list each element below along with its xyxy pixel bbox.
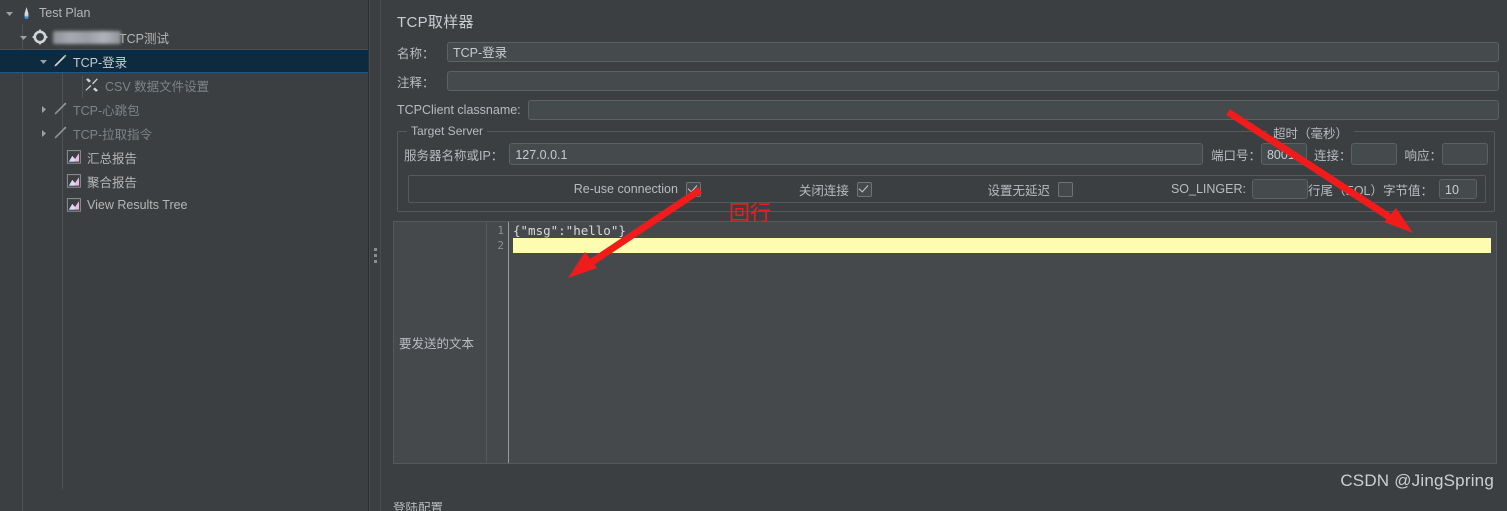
thread-group-icon <box>30 29 50 45</box>
chevron-right-icon[interactable] <box>36 129 50 138</box>
line-number: 2 <box>497 239 504 252</box>
close-connection-label: 关闭连接 <box>798 183 849 198</box>
classname-label: TCPClient classname: <box>397 103 521 117</box>
watermark: CSDN @JingSpring <box>1340 471 1494 490</box>
server-row: 服务器名称或IP： 127.0.0.1 端口号： 8001 连接： 响应： <box>404 143 1488 165</box>
target-server-group: Target Server 超时（毫秒） 服务器名称或IP： 127.0.0.1… <box>397 123 1495 212</box>
name-input[interactable]: TCP-登录 <box>447 42 1499 62</box>
server-host-label: 服务器名称或IP： <box>404 148 504 163</box>
eol-byte-label: 行尾（EOL）字节值： <box>1308 183 1434 198</box>
no-delay-label: 设置无延迟 <box>987 183 1051 198</box>
port-label: 端口号： <box>1210 148 1261 163</box>
tree-item-label: TCP-拉取指令 <box>73 127 153 142</box>
tree-item-tcp-login[interactable]: TCP-登录 <box>0 49 368 73</box>
line-number: 1 <box>497 224 504 237</box>
response-timeout-label: 响应： <box>1404 148 1442 163</box>
tree-item-label: 汇总报告 <box>87 151 138 166</box>
reuse-connection-label: Re-use connection <box>573 182 678 196</box>
panel-splitter[interactable] <box>369 0 381 511</box>
test-plan-tree[interactable]: Test Plan TCP测试 TCP-登录 CSV 数据文件设置 TCP-心跳… <box>0 0 369 511</box>
tree-item-label: View Results Tree <box>87 198 188 212</box>
eol-byte-input[interactable]: 10 <box>1439 179 1478 199</box>
code-line-highlighted[interactable] <box>513 238 1491 253</box>
test-plan-icon <box>16 6 36 21</box>
chevron-down-icon[interactable] <box>16 33 30 42</box>
no-delay-group[interactable]: 设置无延迟 <box>988 180 1074 199</box>
tree-item-label: 聚合报告 <box>87 175 138 190</box>
server-host-input[interactable]: 127.0.0.1 <box>509 143 1203 165</box>
sampler-icon <box>50 53 70 69</box>
comment-row: 注释： <box>389 71 1499 91</box>
connect-timeout-input[interactable] <box>1351 143 1398 165</box>
redacted-text-block <box>53 30 121 44</box>
code-input-area[interactable]: {"msg":"hello"} <box>509 222 1496 463</box>
tree-item-view-results-tree[interactable]: View Results Tree <box>0 193 368 217</box>
classname-row: TCPClient classname: <box>389 100 1499 120</box>
response-timeout-input[interactable] <box>1442 143 1488 165</box>
tcpclient-classname-input[interactable] <box>528 100 1499 120</box>
report-icon <box>64 197 84 213</box>
tree-item-label: Test Plan <box>39 6 91 20</box>
connect-timeout-label: 连接： <box>1313 148 1352 163</box>
tree-item-test-plan[interactable]: Test Plan <box>0 1 368 25</box>
timeout-legend: 超时（毫秒） <box>1266 123 1354 142</box>
port-input[interactable]: 8001 <box>1260 143 1307 165</box>
close-connection-group[interactable]: 关闭连接 <box>799 180 872 199</box>
so-linger-group: SO_LINGER: <box>1171 179 1308 199</box>
chevron-down-icon[interactable] <box>36 57 50 66</box>
so-linger-input[interactable] <box>1252 179 1308 199</box>
code-line[interactable]: {"msg":"hello"} <box>513 223 1496 238</box>
close-connection-checkbox[interactable] <box>856 181 872 197</box>
target-server-legend: Target Server <box>407 124 488 138</box>
config-wrench-icon <box>82 77 102 93</box>
tcp-sampler-panel: TCP取样器 名称： TCP-登录 注释： TCPClient classnam… <box>381 0 1507 511</box>
chevron-right-icon[interactable] <box>36 105 50 114</box>
tree-item-tcp-heartbeat[interactable]: TCP-心跳包 <box>0 97 368 121</box>
tree-item-aggregate-report[interactable]: 聚合报告 <box>0 169 368 193</box>
tree-item-summary-report[interactable]: 汇总报告 <box>0 145 368 169</box>
tree-item-csv-data-set-config[interactable]: CSV 数据文件设置 <box>0 73 368 97</box>
comment-input[interactable] <box>447 71 1499 91</box>
page-title: TCP取样器 <box>397 14 474 31</box>
name-row: 名称： TCP-登录 <box>389 42 1499 62</box>
report-icon <box>64 149 84 165</box>
sampler-icon <box>50 101 70 117</box>
tree-item-tcp-test[interactable]: TCP测试 <box>0 25 368 49</box>
comment-label: 注释： <box>397 75 435 90</box>
tree-item-label: CSV 数据文件设置 <box>105 79 210 94</box>
reuse-connection-group[interactable]: Re-use connection <box>573 181 701 197</box>
so-linger-label: SO_LINGER: <box>1170 182 1246 196</box>
sampler-icon <box>50 125 70 141</box>
chevron-down-icon[interactable] <box>2 9 16 18</box>
eol-group: 行尾（EOL）字节值： 10 <box>1308 179 1478 199</box>
line-number-gutter: 1 2 <box>487 222 509 463</box>
splitter-handle-dots <box>373 248 377 263</box>
no-delay-checkbox[interactable] <box>1058 181 1074 197</box>
tree-item-tcp-pull-command[interactable]: TCP-拉取指令 <box>0 121 368 145</box>
bottom-cut-label: 登陆配置 <box>393 502 444 511</box>
text-to-send-label: 要发送的文本 <box>394 222 487 463</box>
connection-options-box: Re-use connection 关闭连接 设置无延迟 SO_LINGER: <box>408 175 1486 203</box>
tree-item-label: TCP-登录 <box>73 55 128 70</box>
report-icon <box>64 173 84 189</box>
tree-item-label: TCP-心跳包 <box>73 103 140 118</box>
editor-body[interactable]: 1 2 {"msg":"hello"} <box>487 222 1496 463</box>
reuse-connection-checkbox[interactable] <box>685 181 701 197</box>
text-to-send-editor: 要发送的文本 1 2 {"msg":"hello"} <box>393 221 1497 464</box>
tree-item-label: TCP测试 <box>119 31 170 46</box>
name-label: 名称： <box>397 46 435 61</box>
